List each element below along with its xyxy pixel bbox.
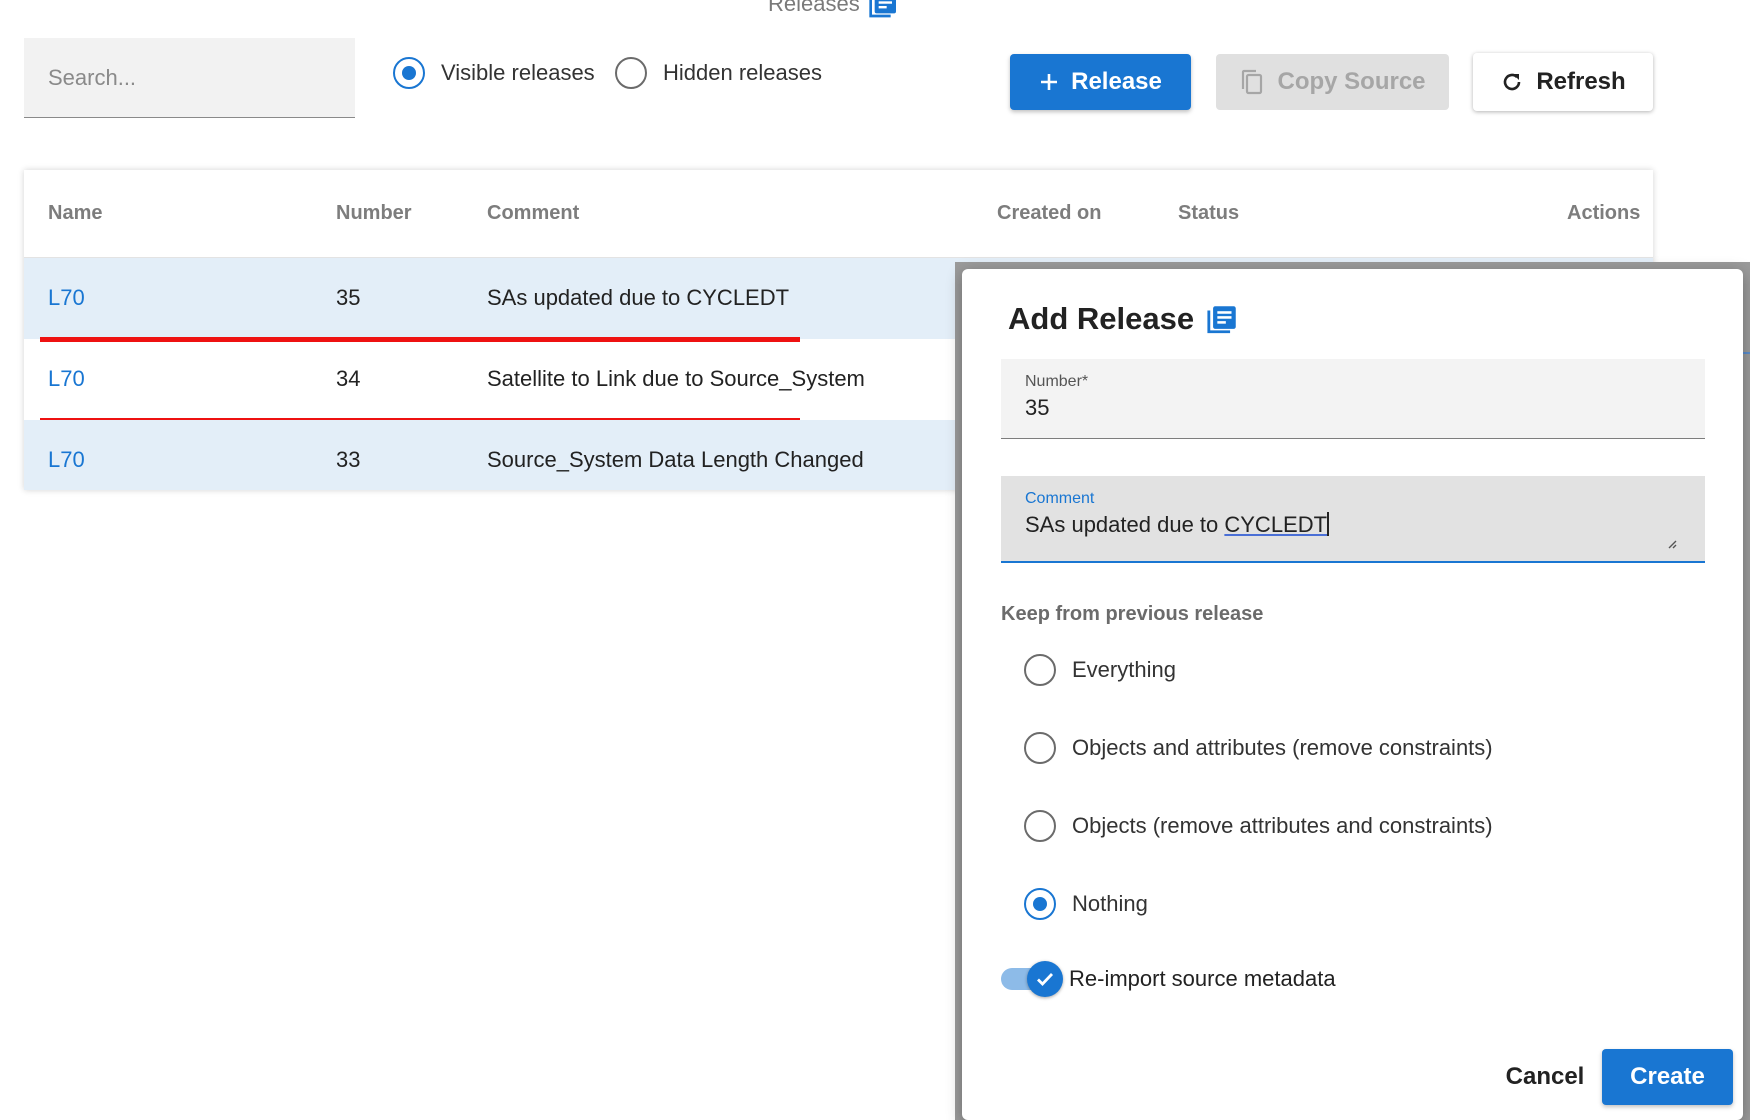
create-button[interactable]: Create — [1602, 1049, 1733, 1105]
radio-checked-icon[interactable] — [393, 57, 425, 89]
release-notes-icon — [869, 0, 896, 18]
row-name-link[interactable]: L70 — [48, 285, 85, 311]
reimport-label: Re-import source metadata — [1069, 966, 1336, 991]
dialog-title: Add Release — [1008, 301, 1240, 337]
resize-grip-icon[interactable] — [1665, 537, 1677, 549]
dialog-title-text: Add Release — [1008, 301, 1195, 336]
add-release-label: Release — [1071, 68, 1162, 95]
toggle-track[interactable] — [1001, 961, 1063, 997]
comment-field[interactable]: Comment SAs updated due to CYCLEDT — [1001, 476, 1705, 563]
add-release-dialog: Add Release Number* 35 Comment SAs updat… — [962, 269, 1743, 1120]
add-release-button[interactable]: Release — [1010, 54, 1191, 110]
keep-option-objects[interactable]: Objects (remove attributes and constrain… — [1024, 810, 1493, 842]
row-name-link[interactable]: L70 — [48, 447, 85, 473]
row-comment: SAs updated due to CYCLEDT — [487, 285, 790, 310]
radio-checked-icon[interactable] — [1024, 888, 1056, 920]
radio-visible-label: Visible releases — [441, 60, 595, 85]
radio-hidden-releases[interactable]: Hidden releases — [615, 57, 822, 89]
text-caret — [1327, 512, 1329, 536]
refresh-label: Refresh — [1536, 68, 1626, 95]
row-number: 33 — [336, 447, 361, 472]
header-status[interactable]: Status — [1178, 202, 1239, 225]
table-header: Name Number Comment Created on Status Ac… — [24, 170, 1653, 258]
keep-option-objects-attributes[interactable]: Objects and attributes (remove constrain… — [1024, 732, 1493, 764]
keep-option-everything[interactable]: Everything — [1024, 654, 1176, 686]
radio-unchecked-icon[interactable] — [1024, 810, 1056, 842]
keep-option-label: Everything — [1072, 657, 1176, 682]
search-field[interactable] — [24, 38, 355, 118]
cancel-button[interactable]: Cancel — [1492, 1049, 1598, 1105]
header-name[interactable]: Name — [48, 202, 102, 225]
radio-visible-releases[interactable]: Visible releases — [393, 57, 595, 89]
comment-text: SAs updated due to — [1025, 512, 1225, 537]
header-comment[interactable]: Comment — [487, 202, 579, 225]
reimport-toggle[interactable]: Re-import source metadata — [1001, 961, 1336, 997]
toggle-knob[interactable] — [1027, 961, 1063, 997]
comment-spellcheck-word: CYCLEDT — [1224, 512, 1328, 537]
keep-option-label: Nothing — [1072, 891, 1148, 916]
plus-icon — [1041, 74, 1058, 90]
radio-unchecked-icon[interactable] — [1024, 732, 1056, 764]
refresh-button[interactable]: Refresh — [1473, 53, 1653, 111]
row-comment: Satellite to Link due to Source_System — [487, 366, 865, 391]
page-title: Releases — [768, 0, 900, 20]
radio-hidden-label: Hidden releases — [663, 60, 822, 85]
refresh-icon — [1504, 73, 1521, 91]
comment-field-value[interactable]: SAs updated due to CYCLEDT — [1025, 512, 1329, 538]
number-field[interactable]: Number* 35 — [1001, 359, 1705, 439]
keep-section-label: Keep from previous release — [1001, 603, 1264, 625]
release-notes-icon — [1207, 306, 1236, 334]
copy-icon — [1242, 69, 1263, 95]
number-field-value[interactable]: 35 — [1025, 395, 1049, 421]
page-title-text: Releases — [768, 0, 860, 16]
radio-unchecked-icon[interactable] — [1024, 654, 1056, 686]
search-input[interactable] — [24, 38, 355, 117]
row-number: 35 — [336, 285, 361, 310]
copy-source-button[interactable]: Copy Source — [1216, 54, 1449, 110]
copy-source-label: Copy Source — [1277, 68, 1426, 95]
checkmark-icon — [1037, 973, 1054, 987]
header-actions: Actions — [1567, 202, 1641, 224]
row-comment: Source_System Data Length Changed — [487, 447, 864, 472]
radio-unchecked-icon[interactable] — [615, 57, 647, 89]
comment-field-label: Comment — [1025, 490, 1095, 507]
row-number: 34 — [336, 366, 361, 391]
keep-option-label: Objects (remove attributes and constrain… — [1072, 813, 1493, 838]
row-name-link[interactable]: L70 — [48, 366, 85, 392]
header-created-on[interactable]: Created on — [997, 202, 1101, 225]
keep-option-label: Objects and attributes (remove constrain… — [1072, 735, 1493, 760]
number-field-label: Number* — [1025, 373, 1089, 390]
keep-option-nothing[interactable]: Nothing — [1024, 888, 1148, 920]
header-number[interactable]: Number — [336, 202, 412, 225]
